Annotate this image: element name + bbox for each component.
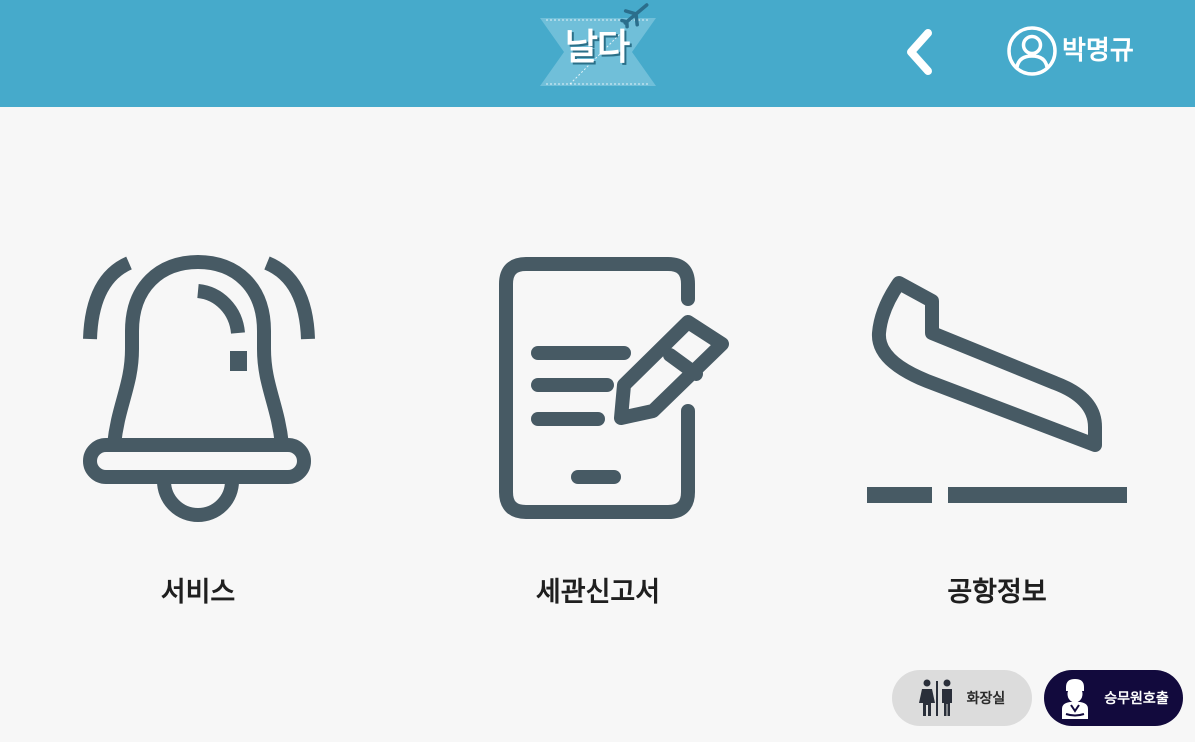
logo-text: 날다 (564, 27, 630, 68)
flight-attendant-icon (1062, 679, 1089, 719)
app-header: 날다 박명규 (0, 0, 1195, 107)
menu-item-service[interactable]: 서비스 (48, 245, 348, 625)
document-pen-icon (499, 257, 729, 519)
user-profile[interactable]: 박명규 (1006, 24, 1134, 78)
call-crew-button[interactable]: 승무원호출 (1044, 670, 1183, 726)
app-logo[interactable]: 날다 (540, 0, 656, 90)
menu-label-airport-info: 공항정보 (947, 577, 1047, 608)
menu-item-customs-form[interactable]: 세관신고서 (448, 245, 748, 625)
menu-item-airport-info[interactable]: 공항정보 (847, 245, 1147, 625)
menu-label-customs-form: 세관신고서 (535, 577, 661, 608)
back-button[interactable] (900, 26, 940, 78)
bell-icon (83, 255, 315, 522)
user-name: 박명규 (1062, 36, 1134, 66)
menu-label-service: 서비스 (160, 577, 236, 608)
restroom-button[interactable]: 화장실 (892, 670, 1032, 726)
user-icon (1007, 26, 1057, 76)
restroom-icon (918, 679, 952, 716)
restroom-label: 화장실 (966, 691, 1006, 707)
call-crew-label: 승무원호출 (1104, 691, 1169, 707)
plane-takeoff-icon (867, 276, 1127, 503)
chevron-left-icon (907, 29, 932, 75)
